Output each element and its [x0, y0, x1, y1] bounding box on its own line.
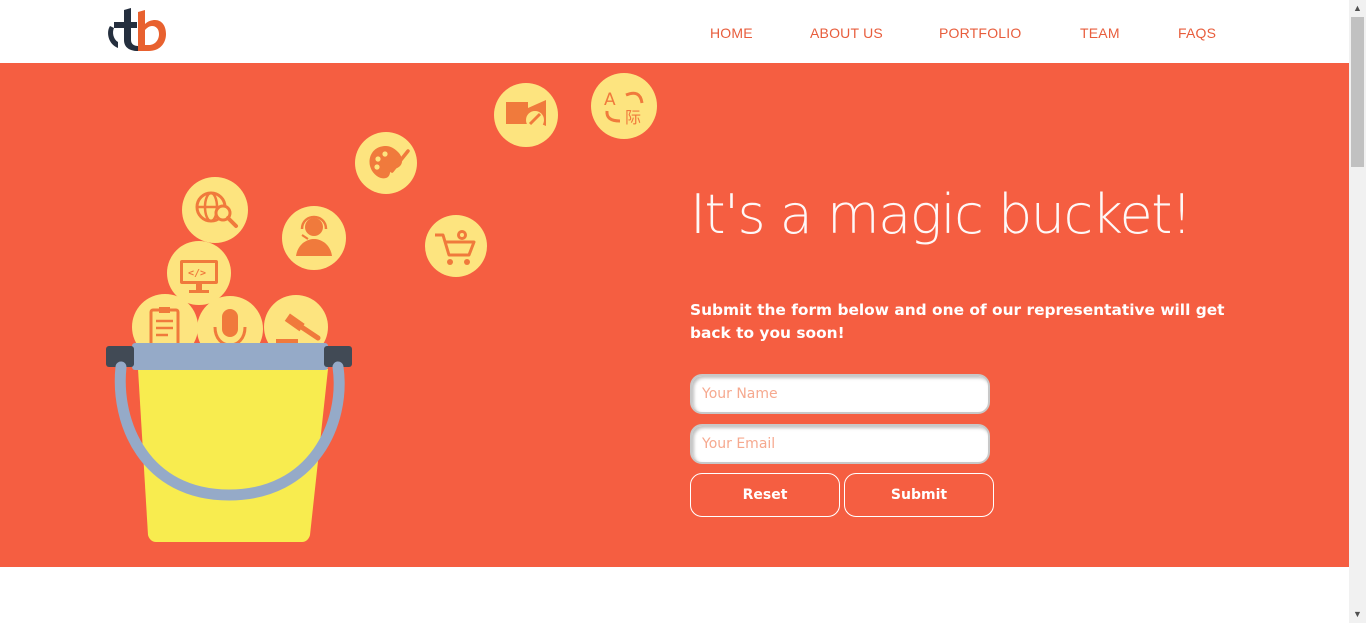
bucket-rim	[132, 343, 328, 370]
scroll-thumb[interactable]	[1351, 17, 1364, 167]
hero-section: A 际 </> It's a magic bucket! Submit the …	[0, 63, 1349, 567]
email-input[interactable]	[690, 424, 990, 464]
svg-text:际: 际	[625, 108, 641, 127]
globe-search-icon	[182, 177, 248, 243]
reset-button[interactable]: Reset	[690, 473, 840, 517]
nav-about-us[interactable]: ABOUT US	[810, 25, 883, 41]
nav-team[interactable]: TEAM	[1080, 25, 1120, 41]
svg-text:A: A	[604, 90, 616, 110]
palette-icon	[355, 132, 417, 194]
shopping-cart-icon	[425, 215, 487, 277]
nav-portfolio[interactable]: PORTFOLIO	[939, 25, 1021, 41]
top-navbar: HOME ABOUT US PORTFOLIO TEAM FAQS	[0, 0, 1349, 63]
nav-home[interactable]: HOME	[710, 25, 753, 41]
page-scrollbar[interactable]: ▲ ▼	[1349, 0, 1366, 623]
name-input[interactable]	[690, 374, 990, 414]
scroll-down-arrow-icon[interactable]: ▼	[1349, 606, 1366, 623]
translate-icon: A 际	[591, 73, 657, 139]
hero-headline: It's a magic bucket!	[690, 183, 1193, 246]
submit-button[interactable]: Submit	[844, 473, 994, 517]
magic-bucket-illustration: A 际 </>	[106, 73, 657, 542]
svg-text:</>: </>	[188, 268, 206, 279]
hero-subtext: Submit the form below and one of our rep…	[690, 301, 1225, 342]
bucket-body	[138, 369, 328, 542]
nav-faqs[interactable]: FAQS	[1178, 25, 1216, 41]
main-nav: HOME ABOUT US PORTFOLIO TEAM FAQS	[0, 0, 1349, 63]
scroll-up-arrow-icon[interactable]: ▲	[1349, 0, 1366, 17]
support-agent-icon	[282, 206, 346, 270]
code-monitor-icon: </>	[167, 241, 231, 305]
video-edit-icon	[494, 83, 558, 147]
